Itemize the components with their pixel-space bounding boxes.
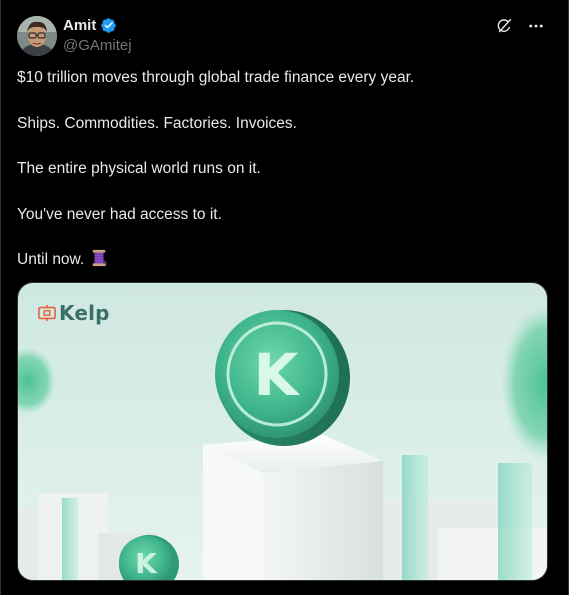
tweet-media-image[interactable]: K K Kelp bbox=[17, 282, 548, 581]
author-info: Amit @GAmitej bbox=[63, 16, 132, 55]
kelp-logo-text: Kelp bbox=[59, 301, 110, 325]
grok-icon[interactable] bbox=[494, 16, 514, 36]
tweet-paragraph: You've never had access to it. bbox=[17, 205, 222, 223]
author-handle[interactable]: @GAmitej bbox=[63, 36, 132, 55]
verified-badge-icon[interactable] bbox=[100, 17, 117, 34]
kelp-promo-illustration: K K bbox=[18, 283, 547, 580]
avatar-image bbox=[17, 16, 57, 56]
svg-text:K: K bbox=[135, 547, 158, 580]
name-row: Amit bbox=[63, 16, 132, 35]
tweet-paragraph: Ships. Commodities. Factories. Invoices. bbox=[17, 114, 297, 132]
avatar[interactable] bbox=[17, 16, 57, 56]
author-display-name[interactable]: Amit bbox=[63, 16, 96, 35]
post-actions bbox=[494, 16, 546, 36]
tweet-paragraph-last: Until now. bbox=[17, 249, 547, 272]
kelp-logo: Kelp bbox=[38, 301, 110, 325]
kelp-logo-icon bbox=[38, 304, 56, 322]
tweet-text: $10 trillion moves through global trade … bbox=[17, 67, 547, 272]
coin-letter: K bbox=[254, 341, 301, 409]
more-options-icon[interactable] bbox=[526, 16, 546, 36]
tweet-paragraph: $10 trillion moves through global trade … bbox=[17, 69, 415, 86]
tweet-paragraph: The entire physical world runs on it. bbox=[17, 160, 261, 177]
tweet-paragraph: Until now. bbox=[17, 251, 85, 268]
tweet-post[interactable]: Amit @GAmitej $10 trillion moves through… bbox=[0, 0, 569, 595]
thread-spool-emoji-icon bbox=[90, 249, 108, 267]
